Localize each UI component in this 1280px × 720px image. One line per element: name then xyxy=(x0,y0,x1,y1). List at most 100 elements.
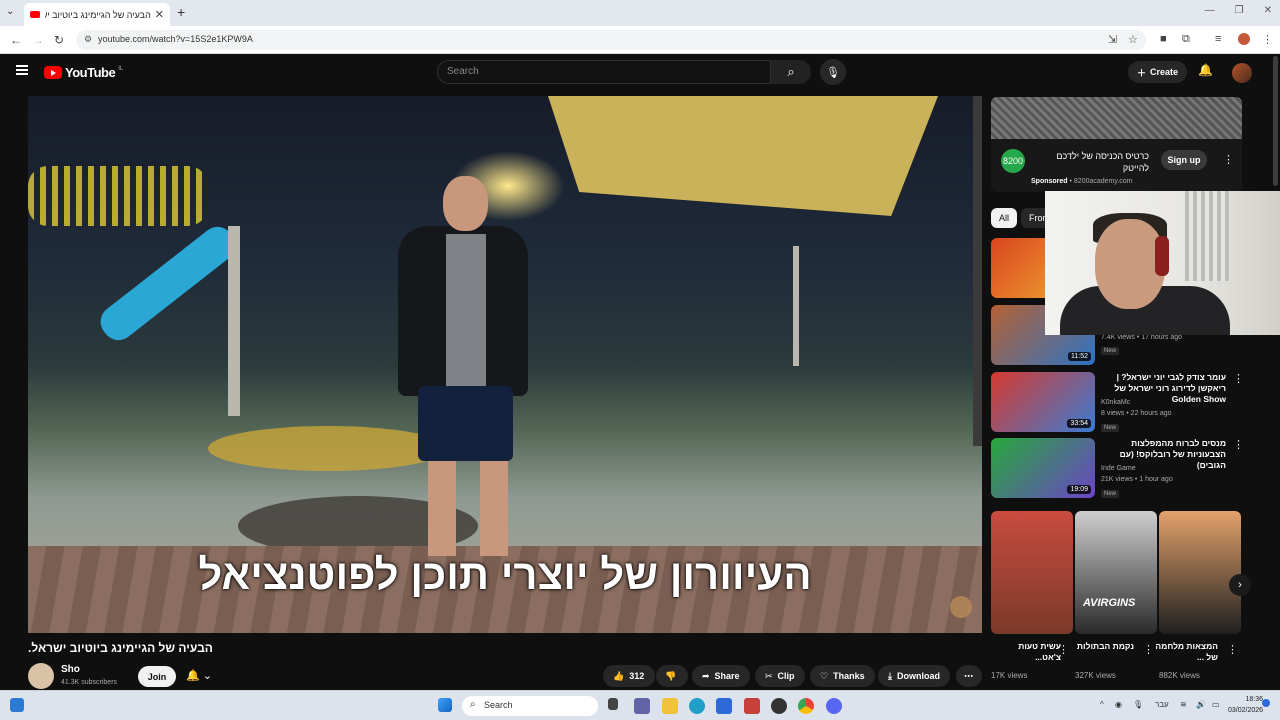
share-button[interactable]: ➦ Share xyxy=(692,665,750,687)
taskbar-clock[interactable]: 18:36 03/02/2026 xyxy=(1228,694,1263,716)
profile-avatar[interactable] xyxy=(1238,33,1250,45)
item-menu-icon[interactable]: ⋮ xyxy=(1233,372,1244,385)
like-count: 312 xyxy=(629,671,645,681)
task-view-icon[interactable] xyxy=(608,698,618,710)
short-title[interactable]: נקמת הבתולות xyxy=(1064,641,1134,652)
search-button[interactable]: ⌕ xyxy=(771,60,811,84)
browser-menu-icon[interactable]: ⋮ xyxy=(1262,33,1273,46)
ad-menu-icon[interactable]: ⋮ xyxy=(1223,153,1234,166)
site-info-icon[interactable]: ⚙ xyxy=(84,34,92,45)
more-icon: ⋯ xyxy=(964,670,973,681)
edge-icon[interactable] xyxy=(689,698,705,714)
webcam-overlay xyxy=(1045,191,1280,335)
join-button[interactable]: Join xyxy=(138,666,176,687)
channel-name[interactable]: Sho xyxy=(61,664,80,675)
new-badge: New xyxy=(1101,424,1120,432)
url-field[interactable]: ⚙ youtube.com/watch?v=15S2e1KPW9A xyxy=(76,30,1146,50)
thumbs-up-icon: 👍 xyxy=(613,670,625,681)
bookmark-star-icon[interactable]: ☆ xyxy=(1128,33,1138,46)
channel-avatar[interactable] xyxy=(28,663,54,689)
chrome-icon[interactable] xyxy=(798,698,814,714)
scissors-icon: ✂ xyxy=(765,670,773,681)
subscriber-count: 41.3K subscribers xyxy=(61,679,118,686)
short-thumbnail[interactable] xyxy=(1159,511,1241,634)
short-thumbnail[interactable] xyxy=(991,511,1073,634)
plus-icon: ＋ xyxy=(1137,67,1147,78)
presenter xyxy=(398,176,528,556)
clip-button[interactable]: ✂ Clip xyxy=(755,665,805,687)
voice-search-button[interactable]: 🎙 xyxy=(820,59,846,85)
close-tab-icon[interactable]: ✕ xyxy=(155,8,164,21)
item-menu-icon[interactable]: ⋮ xyxy=(1233,438,1244,451)
volume-icon[interactable]: 🔊 xyxy=(1196,700,1206,709)
video-meta: 8 views • 22 hours ago xyxy=(1101,410,1172,417)
tray-chevron-icon[interactable]: ^ xyxy=(1100,700,1104,709)
chevron-right-icon: › xyxy=(1238,579,1242,591)
download-icon: ⤓ xyxy=(888,670,892,681)
short-menu-icon[interactable]: ⋮ xyxy=(1227,643,1238,656)
recommendation-item[interactable]: 19:09 מנסים לברוח מהמפלצות הצבעוניות של … xyxy=(991,438,1244,500)
show-desktop-icon[interactable] xyxy=(10,698,24,712)
create-button[interactable]: ＋ Create xyxy=(1128,61,1188,83)
recommendation-item[interactable]: 33:54 עומר צודק לגבי יוני ישראל? | ריאקש… xyxy=(991,372,1244,434)
notifications-bell-icon[interactable]: 🔔 xyxy=(1198,63,1213,77)
media-controls-icon[interactable]: ≡ xyxy=(1215,33,1221,45)
channel-watermark-icon[interactable] xyxy=(950,596,972,618)
new-tab-icon[interactable]: + xyxy=(177,4,185,20)
video-subtitle: העיוורון של יוצרי תוכן לפוטנציאל xyxy=(198,551,812,598)
sponsored-ad[interactable]: 8200 כרטיס הכניסה של ילדכם להייטק Sponso… xyxy=(991,97,1242,192)
back-icon[interactable]: ← xyxy=(10,33,22,47)
dislike-button[interactable]: 👎 xyxy=(656,665,688,687)
more-actions-button[interactable]: ⋯ xyxy=(956,665,982,687)
youtube-header: YouTube IL Search ⌕ 🎙 ＋ Create 🔔 xyxy=(0,54,1280,90)
wifi-icon[interactable]: ≋ xyxy=(1180,700,1187,709)
maximize-icon[interactable]: ❐ xyxy=(1235,5,1244,16)
short-views: 327K views xyxy=(1075,671,1116,680)
discord-icon[interactable] xyxy=(826,698,842,714)
minimize-icon[interactable]: — xyxy=(1205,5,1215,16)
page-scrollbar[interactable] xyxy=(1273,56,1278,186)
url-text: youtube.com/watch?v=15S2e1KPW9A xyxy=(98,34,253,44)
shorts-next-button[interactable]: › xyxy=(1229,574,1251,596)
sign-up-button[interactable]: Sign up xyxy=(1161,150,1207,170)
video-player[interactable]: העיוורון של יוצרי תוכן לפוטנציאל xyxy=(28,96,982,633)
share-icon: ➦ xyxy=(702,670,710,681)
file-explorer-icon[interactable] xyxy=(662,698,678,714)
reload-icon[interactable]: ↻ xyxy=(54,33,64,47)
account-avatar[interactable] xyxy=(1232,63,1252,83)
extensions-puzzle-icon[interactable]: ⧉ xyxy=(1182,33,1190,46)
ad-sponsored-line: Sponsored • 8200academy.com xyxy=(1031,178,1133,185)
youtube-play-icon xyxy=(44,66,62,79)
battery-icon[interactable]: ▭ xyxy=(1212,700,1220,709)
start-windows-icon[interactable] xyxy=(438,698,452,712)
search-input[interactable]: Search xyxy=(437,60,771,84)
browser-tab[interactable]: הבעיה של הגיימינג ביוטיוב ישראל ✕ xyxy=(24,3,170,26)
like-button[interactable]: 👍 312 xyxy=(603,665,655,687)
app-icon[interactable] xyxy=(744,698,760,714)
short-title[interactable]: המצאות מלחמה של ... xyxy=(1148,641,1218,663)
install-icon[interactable]: ⇲ xyxy=(1108,33,1117,46)
notification-icon[interactable] xyxy=(1262,699,1270,707)
download-button[interactable]: ⤓ Download xyxy=(878,665,950,687)
chip-all[interactable]: All xyxy=(991,208,1018,228)
forward-icon[interactable]: → xyxy=(32,33,44,47)
menu-icon[interactable] xyxy=(16,65,28,75)
microphone-icon[interactable]: 🎙 xyxy=(1133,700,1143,709)
language-indicator[interactable]: עבר xyxy=(1155,700,1169,709)
subscription-bell-icon[interactable]: 🔔 ⌄ xyxy=(186,669,212,682)
taskbar-search[interactable]: ⌕ Search xyxy=(462,696,598,716)
extension-icon[interactable]: ■ xyxy=(1160,33,1167,45)
teams-icon[interactable] xyxy=(634,698,650,714)
short-thumbnail[interactable]: AVIRGINS xyxy=(1075,511,1157,634)
tray-app-icon[interactable]: ◉ xyxy=(1115,700,1122,709)
youtube-logo[interactable]: YouTube IL xyxy=(44,65,123,80)
short-title[interactable]: עשית טעות צ'אט... xyxy=(991,641,1061,663)
app-icon[interactable] xyxy=(771,698,787,714)
store-icon[interactable] xyxy=(716,698,732,714)
thanks-button[interactable]: ♡ Thanks xyxy=(810,665,875,687)
new-badge: New xyxy=(1101,347,1120,355)
tab-search-icon[interactable]: ⌄ xyxy=(6,6,14,17)
close-window-icon[interactable]: ✕ xyxy=(1264,5,1272,16)
ad-banner xyxy=(991,97,1242,139)
video-thumbnail: 19:09 xyxy=(991,438,1095,498)
